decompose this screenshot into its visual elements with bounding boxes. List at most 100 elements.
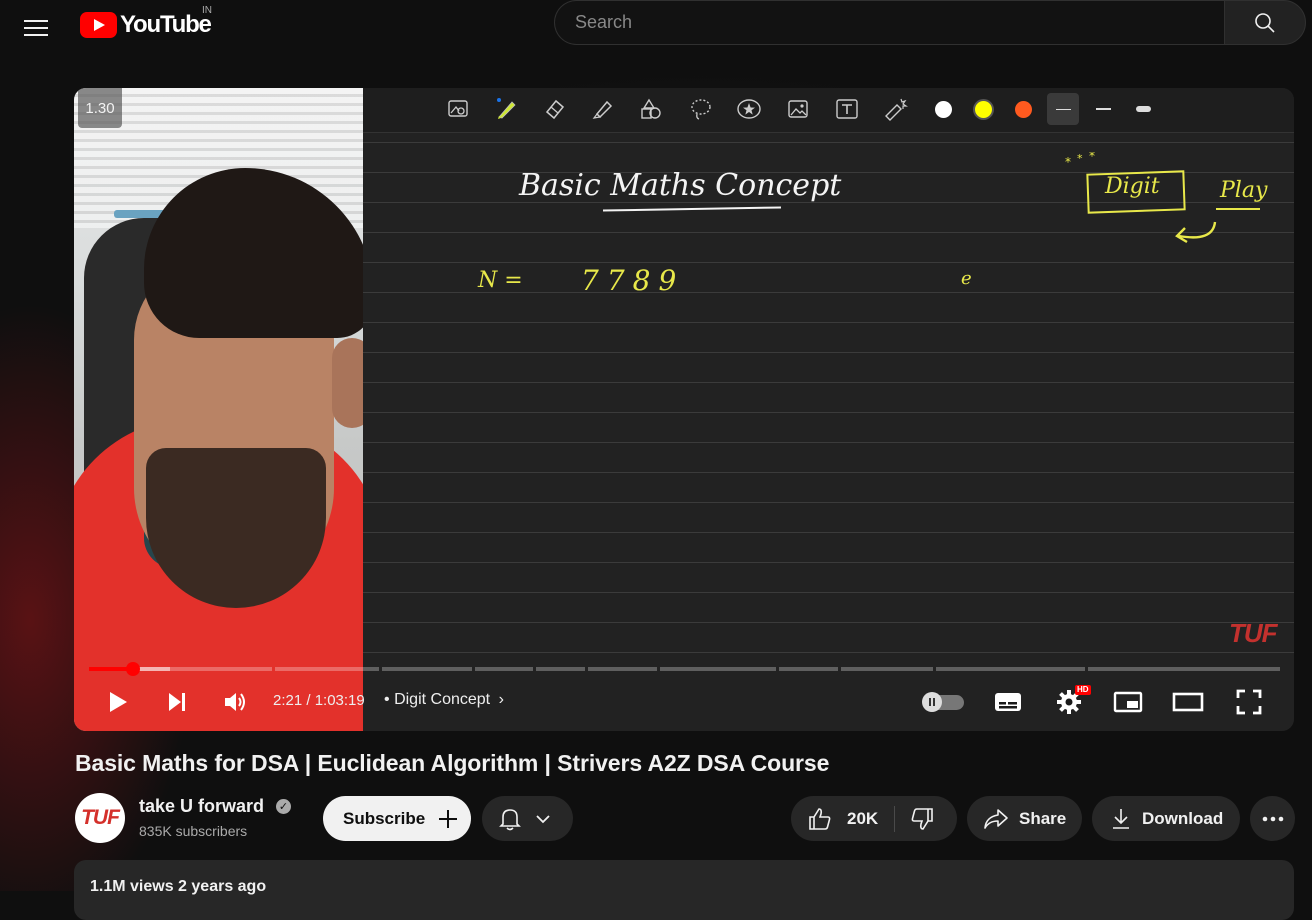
- whiteboard: Basic Maths Concept N = 7789 e Digit Pla…: [363, 88, 1294, 731]
- board-rule: [363, 232, 1294, 233]
- color-orange-swatch[interactable]: [1007, 93, 1039, 125]
- share-icon: [984, 808, 1008, 829]
- youtube-play-icon: [80, 12, 117, 38]
- image-tool-icon[interactable]: [443, 93, 475, 125]
- subtitles-button[interactable]: [990, 678, 1026, 726]
- verified-check-icon: ✓: [276, 799, 291, 814]
- chevron-right-icon: ›: [498, 691, 504, 708]
- eraser-tool-icon[interactable]: [539, 93, 571, 125]
- board-rule: [363, 412, 1294, 413]
- chapter-segment: [475, 667, 533, 671]
- miniplayer-button[interactable]: [1110, 678, 1146, 726]
- tuf-watermark: TUF: [1229, 618, 1278, 648]
- video-player[interactable]: 1.30 Basic Maths Concept N = 7789 e Digi…: [74, 88, 1294, 731]
- chapter-segment: [382, 667, 472, 671]
- settings-button[interactable]: HD: [1051, 678, 1091, 726]
- theater-mode-button[interactable]: [1170, 678, 1206, 726]
- download-button[interactable]: Download: [1092, 796, 1240, 841]
- laser-pointer-icon[interactable]: [880, 93, 912, 125]
- board-toolbar: [363, 88, 1294, 133]
- search-icon: [1255, 12, 1275, 33]
- description-box[interactable]: 1.1M views 2 years ago: [74, 860, 1294, 920]
- heading-underline: [602, 206, 782, 212]
- board-rule: [363, 352, 1294, 353]
- youtube-logo[interactable]: YouTube: [80, 10, 212, 40]
- board-rule: [363, 382, 1294, 383]
- player-controls: 2:21 / 1:03:19 • Digit Concept › HD: [74, 678, 1294, 726]
- play-button[interactable]: [100, 678, 136, 726]
- stroke-thin-option[interactable]: [1047, 93, 1079, 125]
- board-rule: [363, 502, 1294, 503]
- sticker-tool-icon[interactable]: [733, 93, 765, 125]
- shapes-tool-icon[interactable]: [636, 93, 668, 125]
- board-rule: [363, 262, 1294, 263]
- search-bar: [554, 0, 1306, 47]
- board-rule: [363, 622, 1294, 623]
- board-rule: [363, 472, 1294, 473]
- fullscreen-button[interactable]: [1231, 678, 1267, 726]
- volume-button[interactable]: [218, 678, 254, 726]
- lasso-tool-icon[interactable]: [685, 93, 717, 125]
- svg-text:*: *: [1065, 155, 1071, 169]
- board-rule: [363, 532, 1294, 533]
- chapter-segment: [936, 667, 1085, 671]
- thumbs-down-icon: [911, 807, 933, 830]
- pause-icon: [922, 691, 942, 712]
- board-rule: [363, 442, 1294, 443]
- plus-icon: [439, 809, 458, 828]
- insert-image-icon[interactable]: [782, 93, 814, 125]
- board-heading: Basic Maths Concept: [519, 168, 841, 203]
- subscriber-count: 835K subscribers: [139, 823, 248, 839]
- more-actions-button[interactable]: [1250, 796, 1295, 841]
- subscribe-button[interactable]: Subscribe: [323, 796, 471, 841]
- chapter-segment: [1088, 667, 1280, 671]
- miniplayer-icon: [1113, 691, 1143, 713]
- share-button[interactable]: Share: [967, 796, 1082, 841]
- channel-avatar[interactable]: TUF: [75, 793, 125, 843]
- chapter-segment: [536, 667, 585, 671]
- svg-text:*: *: [1089, 152, 1095, 163]
- board-stray-mark: e: [961, 268, 972, 289]
- like-dislike-group: 20K: [791, 796, 957, 841]
- color-yellow-swatch[interactable]: [967, 93, 999, 125]
- chapter-button[interactable]: • Digit Concept ›: [384, 691, 504, 709]
- download-icon: [1113, 808, 1129, 829]
- webcam-feed: 1.30: [74, 88, 363, 731]
- thumbs-up-icon: [809, 807, 831, 830]
- dislike-button[interactable]: [909, 806, 935, 832]
- speed-badge: 1.30: [78, 88, 122, 128]
- chapter-segment: [779, 667, 838, 671]
- chapter-separator: •: [384, 691, 390, 708]
- highlighter-tool-icon[interactable]: [587, 93, 619, 125]
- pen-tool-icon[interactable]: [491, 93, 523, 125]
- board-rule: [363, 652, 1294, 653]
- color-white-swatch[interactable]: [927, 93, 959, 125]
- next-button[interactable]: [159, 678, 195, 726]
- board-rule: [363, 592, 1294, 593]
- autoplay-toggle[interactable]: [922, 678, 966, 726]
- thin-stroke-icon: [1055, 108, 1071, 110]
- search-button[interactable]: [1224, 0, 1306, 45]
- bell-icon: [499, 808, 521, 830]
- text-tool-icon[interactable]: [831, 93, 863, 125]
- scrubber-handle[interactable]: [126, 662, 140, 676]
- channel-name[interactable]: take U forward: [139, 796, 264, 817]
- search-input[interactable]: [554, 0, 1224, 45]
- share-label: Share: [1019, 808, 1067, 828]
- chevron-down-icon: [536, 814, 550, 823]
- svg-text:*: *: [1077, 152, 1083, 165]
- board-n-label: N =: [478, 268, 523, 293]
- like-button[interactable]: 20K: [807, 806, 878, 832]
- notification-button[interactable]: [482, 796, 573, 841]
- menu-icon[interactable]: [16, 8, 56, 48]
- heading-text: Basic Maths Concept: [519, 168, 842, 203]
- progress-bar[interactable]: [89, 662, 1280, 676]
- board-number: 7789: [581, 264, 685, 297]
- yellow-swatch: [974, 100, 992, 118]
- views-info: 1.1M views 2 years ago: [90, 878, 267, 895]
- subscribe-label: Subscribe: [343, 808, 426, 828]
- stroke-thick-option[interactable]: [1127, 93, 1159, 125]
- stroke-medium-option[interactable]: [1087, 93, 1119, 125]
- board-rule: [363, 142, 1294, 143]
- like-count: 20K: [847, 808, 879, 828]
